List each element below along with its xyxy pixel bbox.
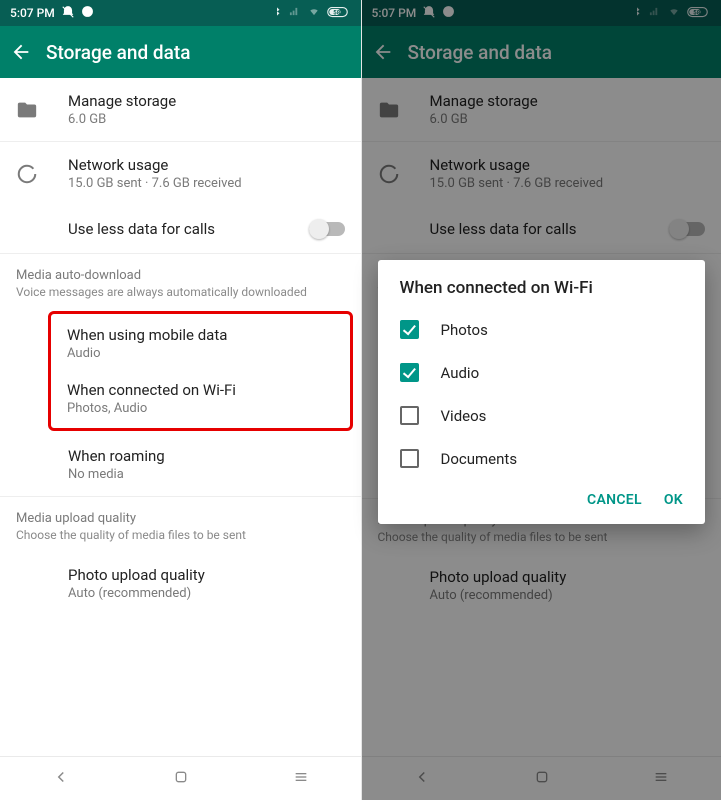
back-button[interactable]: [10, 41, 46, 63]
mobile-data-sub: Audio: [67, 346, 334, 361]
upload-quality-section: Media upload quality: [0, 497, 361, 526]
manage-storage-sub: 6.0 GB: [68, 112, 345, 127]
option-audio[interactable]: Audio: [378, 351, 706, 394]
option-photos-label: Photos: [441, 321, 488, 339]
whatsapp-icon: [81, 5, 94, 21]
network-usage-row[interactable]: Network usage 15.0 GB sent · 7.6 GB rece…: [0, 142, 361, 205]
photo-quality-row[interactable]: Photo upload quality Auto (recommended): [0, 552, 361, 615]
option-photos[interactable]: Photos: [378, 308, 706, 351]
cancel-button[interactable]: CANCEL: [587, 492, 642, 508]
use-less-data-toggle[interactable]: [309, 219, 345, 239]
manage-storage-row[interactable]: Manage storage 6.0 GB: [0, 78, 361, 141]
android-navbar: [0, 756, 361, 800]
checkbox-photos[interactable]: [400, 320, 419, 339]
option-documents-label: Documents: [441, 450, 518, 468]
screen-settings: 5:07 PM 58 Storage a: [0, 0, 361, 800]
roaming-row[interactable]: When roaming No media: [0, 433, 361, 496]
battery-icon: 58: [327, 6, 351, 21]
settings-content: Manage storage 6.0 GB Network usage 15.0…: [0, 78, 361, 756]
checkbox-videos[interactable]: [400, 406, 419, 425]
option-audio-label: Audio: [441, 364, 480, 382]
bluetooth-icon: [272, 5, 282, 21]
status-bar: 5:07 PM 58: [0, 0, 361, 26]
wifi-icon: [307, 6, 321, 20]
status-time: 5:07 PM: [10, 6, 55, 20]
roaming-sub: No media: [68, 467, 345, 482]
checkbox-documents[interactable]: [400, 449, 419, 468]
highlight-box: When using mobile data Audio When connec…: [48, 311, 353, 431]
data-usage-icon: [16, 163, 68, 185]
do-not-disturb-icon: [61, 5, 75, 22]
dialog-title: When connected on Wi-Fi: [378, 278, 706, 308]
option-videos-label: Videos: [441, 407, 487, 425]
use-less-data-label: Use less data for calls: [68, 220, 309, 238]
signal-icon: [288, 6, 301, 20]
ok-button[interactable]: OK: [664, 492, 683, 508]
folder-icon: [16, 99, 68, 121]
screen-dialog: 5:07 PM 58 Storage a: [361, 0, 721, 800]
wifi-sub: Photos, Audio: [67, 401, 334, 416]
wifi-row[interactable]: When connected on Wi-Fi Photos, Audio: [51, 371, 350, 426]
nav-back-icon[interactable]: [52, 768, 70, 790]
svg-text:58: 58: [333, 9, 340, 16]
wifi-autodownload-dialog: When connected on Wi-Fi Photos Audio Vid…: [378, 260, 706, 524]
option-documents[interactable]: Documents: [378, 437, 706, 480]
page-title: Storage and data: [46, 41, 190, 64]
checkbox-audio[interactable]: [400, 363, 419, 382]
media-auto-hint: Voice messages are always automatically …: [0, 283, 361, 309]
app-header: Storage and data: [0, 26, 361, 78]
wifi-label: When connected on Wi-Fi: [67, 381, 334, 399]
network-usage-label: Network usage: [68, 156, 345, 174]
roaming-label: When roaming: [68, 447, 345, 465]
network-usage-sub: 15.0 GB sent · 7.6 GB received: [68, 176, 345, 191]
mobile-data-row[interactable]: When using mobile data Audio: [51, 316, 350, 371]
use-less-data-row[interactable]: Use less data for calls: [0, 205, 361, 253]
photo-quality-sub: Auto (recommended): [68, 586, 345, 601]
nav-recents-icon[interactable]: [293, 769, 309, 789]
nav-home-icon[interactable]: [173, 769, 189, 789]
upload-quality-hint: Choose the quality of media files to be …: [0, 526, 361, 552]
photo-quality-label: Photo upload quality: [68, 566, 345, 584]
option-videos[interactable]: Videos: [378, 394, 706, 437]
manage-storage-label: Manage storage: [68, 92, 345, 110]
mobile-data-label: When using mobile data: [67, 326, 334, 344]
media-auto-section: Media auto-download: [0, 254, 361, 283]
